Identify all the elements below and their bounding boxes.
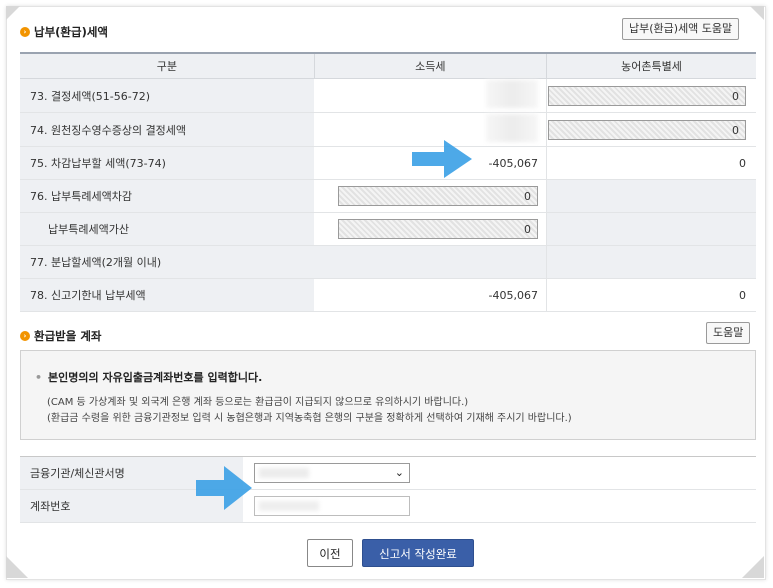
rural-value-empty bbox=[546, 179, 756, 213]
section-title-text: 납부(환급)세액 bbox=[34, 25, 108, 39]
header-category: 구분 bbox=[20, 52, 315, 79]
income-value: 0 bbox=[314, 179, 547, 213]
table-row: 77. 분납할세액(2개월 이내) bbox=[20, 245, 756, 279]
corner-decoration bbox=[6, 6, 20, 20]
section-title-account: › 환급받을 계좌 bbox=[20, 328, 101, 344]
table-row: 금융기관/체신관서명 ⌄ bbox=[20, 456, 756, 490]
rural-value-empty bbox=[546, 245, 756, 279]
account-help-button[interactable]: 도움말 bbox=[706, 322, 751, 344]
prev-button[interactable]: 이전 bbox=[307, 539, 353, 567]
account-table: 금융기관/체신관서명 ⌄ 계좌번호 bbox=[20, 456, 756, 523]
income-value: 0 bbox=[314, 212, 547, 246]
row-label: 75. 차감납부할 세액(73-74) bbox=[20, 146, 315, 180]
table-row: 74. 원천징수영수증상의 결정세액 0 bbox=[20, 112, 756, 147]
rural-value: 0 bbox=[546, 78, 756, 113]
table-row: 76. 납부특례세액차감 0 bbox=[20, 179, 756, 213]
table-row: 78. 신고기한내 납부세액 -405,067 0 bbox=[20, 278, 756, 312]
complete-report-button[interactable]: 신고서 작성완료 bbox=[362, 539, 474, 567]
row-label: 78. 신고기한내 납부세액 bbox=[20, 278, 315, 312]
account-input-cell bbox=[243, 489, 756, 523]
row-label: 77. 분납할세액(2개월 이내) bbox=[20, 245, 315, 279]
account-notice-box: 본인명의의 자유입출금계좌번호를 입력합니다. (CAM 등 가상계좌 및 외국… bbox=[20, 350, 756, 440]
income-input-readonly: 0 bbox=[338, 186, 538, 206]
redacted-value bbox=[486, 80, 538, 108]
income-input-readonly: 0 bbox=[338, 219, 538, 239]
notice-text: (CAM 등 가상계좌 및 외국계 은행 계좌 등으로는 환급금이 지급되지 않… bbox=[47, 397, 469, 408]
table-row: 계좌번호 bbox=[20, 489, 756, 523]
corner-decoration bbox=[6, 556, 28, 578]
row-label: 납부특례세액가산 bbox=[20, 212, 315, 246]
row-label: 76. 납부특례세액차감 bbox=[20, 179, 315, 213]
rural-value: 0 bbox=[546, 112, 756, 147]
bullet-icon: › bbox=[20, 27, 30, 37]
section-title-text: 환급받을 계좌 bbox=[34, 329, 102, 343]
corner-decoration bbox=[742, 556, 764, 578]
income-value-empty bbox=[314, 245, 547, 279]
rural-value-empty bbox=[546, 212, 756, 246]
tax-help-button[interactable]: 납부(환급)세액 도움말 bbox=[622, 18, 740, 40]
rural-value: 0 bbox=[546, 278, 756, 312]
notice-text: (환급금 수령을 위한 금융기관정보 입력 시 농협은행과 지역농축협 은행의 … bbox=[47, 413, 572, 424]
redacted-value bbox=[486, 114, 538, 142]
income-value bbox=[314, 78, 547, 113]
bank-select[interactable]: ⌄ bbox=[254, 463, 410, 483]
table-row: 73. 결정세액(51-56-72) 0 bbox=[20, 78, 756, 113]
row-label: 73. 결정세액(51-56-72) bbox=[20, 78, 315, 113]
section-title-tax: › 납부(환급)세액 bbox=[20, 24, 108, 40]
account-number-input[interactable] bbox=[254, 496, 410, 516]
redacted-value bbox=[259, 501, 319, 511]
arrow-pointer-icon bbox=[412, 140, 472, 178]
notice-heading: 본인명의의 자유입출금계좌번호를 입력합니다. bbox=[35, 369, 262, 385]
rural-value: 0 bbox=[546, 146, 756, 180]
rural-input-readonly: 0 bbox=[548, 85, 746, 106]
corner-decoration bbox=[750, 6, 764, 20]
income-value: -405,067 bbox=[314, 278, 547, 312]
table-header-row: 구분 소득세 농어촌특별세 bbox=[20, 52, 756, 79]
bullet-icon: › bbox=[20, 331, 30, 341]
header-rural-tax: 농어촌특별세 bbox=[546, 52, 756, 79]
chevron-down-icon: ⌄ bbox=[394, 466, 404, 479]
redacted-value bbox=[259, 468, 309, 478]
row-label: 74. 원천징수영수증상의 결정세액 bbox=[20, 112, 315, 147]
header-income-tax: 소득세 bbox=[313, 52, 547, 79]
table-row: 75. 차감납부할 세액(73-74) -405,067 0 bbox=[20, 146, 756, 180]
tax-table: 구분 소득세 농어촌특별세 73. 결정세액(51-56-72) 0 74. 원… bbox=[20, 52, 756, 312]
table-row: 납부특례세액가산 0 bbox=[20, 212, 756, 246]
arrow-pointer-icon bbox=[196, 466, 252, 510]
bank-select-cell: ⌄ bbox=[243, 456, 756, 490]
rural-input-readonly: 0 bbox=[548, 119, 746, 140]
